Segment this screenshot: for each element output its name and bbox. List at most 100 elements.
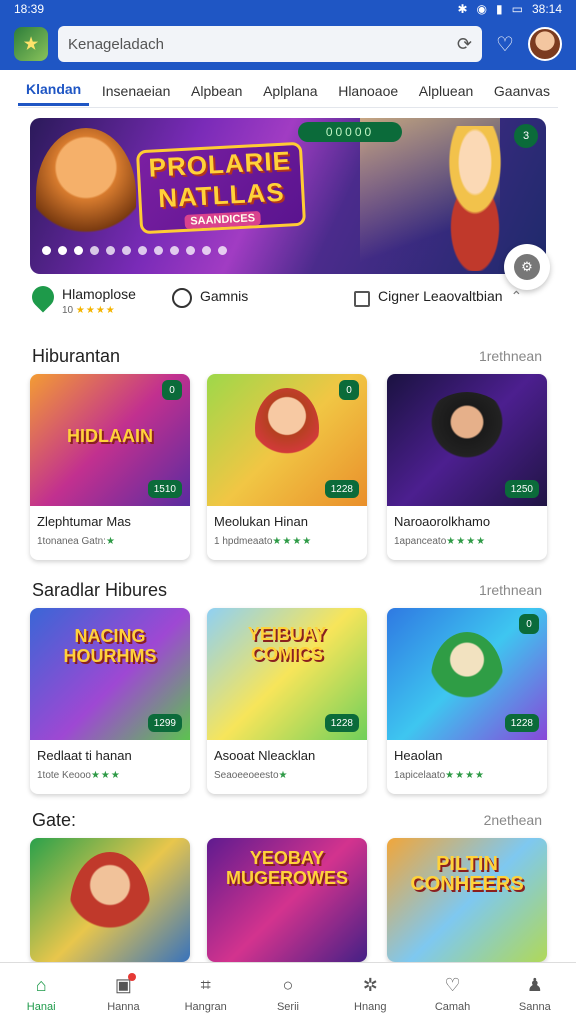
section-title-2: Saradlar Hibures [32, 580, 168, 600]
more-icon: ⌃ [510, 288, 523, 304]
meta-item-genre[interactable]: Gamnis [172, 288, 248, 308]
carousel-dot[interactable] [202, 246, 211, 255]
thumb-label: PILTIN CONHEERS [410, 853, 524, 895]
hero-counter: 00000 [298, 122, 402, 142]
carousel-dots [42, 246, 227, 255]
game-card[interactable]: NACING HOURHMS 1299 Redlaat ti hanan 1to… [30, 608, 190, 794]
refresh-icon[interactable]: ⟳ [457, 34, 472, 55]
nav-store[interactable]: ⌗ Hangran [171, 975, 241, 1013]
globe-icon [172, 288, 192, 308]
tab-3[interactable]: Aplplana [255, 77, 326, 105]
nav-label: Sanna [518, 1000, 551, 1013]
search-icon: ○ [282, 975, 294, 995]
carousel-dot[interactable] [42, 246, 51, 255]
search-bar[interactable]: ⟳ [58, 26, 482, 62]
card-sub: 1apanceato [394, 536, 447, 547]
nav-label: Serii [276, 1000, 299, 1013]
thumb-label: YEIBUAY COMICS [247, 624, 327, 664]
corner-badge: 0 [519, 614, 539, 634]
wifi-icon: ◉ [476, 2, 488, 16]
thumb-label: HIDLAAIN [67, 426, 153, 446]
avatar[interactable] [528, 27, 562, 61]
price-tag: 1510 [147, 480, 182, 498]
profile-icon: ♟ [526, 975, 543, 995]
game-card[interactable]: HIDLAAIN 0 1510 Zlephtumar Mas 1tonanea … [30, 374, 190, 560]
tab-1[interactable]: Insenaeian [94, 77, 179, 105]
tab-0[interactable]: Klandan [18, 75, 90, 106]
game-thumbnail: YEOBAY MUGEROWES [207, 838, 367, 962]
game-card[interactable]: PILTIN CONHEERS [387, 838, 547, 962]
status-right-time: 38:14 [531, 2, 562, 16]
tab-2[interactable]: Alpbean [183, 77, 250, 105]
carousel-dot[interactable] [154, 246, 163, 255]
section-title-3: Gate: [32, 810, 77, 830]
carousel-dot[interactable] [58, 246, 67, 255]
bag-icon: ▣ [112, 972, 137, 997]
thumb-character [431, 632, 503, 724]
game-card[interactable]: 0 1228 Heaolan 1apicelaato★★★★ [387, 608, 547, 794]
card-name: Heaolan [394, 748, 443, 763]
section-more-2[interactable]: 1rethnean [479, 582, 542, 598]
logo-icon[interactable]: ★ [14, 27, 48, 61]
tab-4[interactable]: Hlanoaoe [330, 77, 406, 105]
meta-item1-title: Hlamoplose [62, 286, 136, 302]
carousel-dot[interactable] [74, 246, 83, 255]
status-bar: 18:39 ✱ ◉ ▮ ▭ 38:14 [0, 0, 576, 18]
carousel-dot[interactable] [138, 246, 147, 255]
meta-item-details[interactable]: Cigner Leaovaltbian ⌃ [354, 288, 522, 307]
card-sub: 1tonanea Gatn: [37, 536, 106, 547]
meta-item1-sub: 10 [62, 305, 74, 316]
price-tag: 1250 [504, 480, 539, 498]
meta-item-publisher[interactable]: Hlamoplose 10 ★★★★ [27, 281, 136, 316]
notification-dot [128, 972, 137, 981]
carousel-dot[interactable] [122, 246, 131, 255]
card-sub: 1tote Keooo [37, 770, 91, 781]
heart-icon[interactable]: ♡ [492, 31, 518, 57]
location-pin-icon [27, 281, 59, 313]
nav-search[interactable]: ○ Serii [253, 975, 323, 1013]
search-input[interactable] [68, 35, 457, 53]
game-card[interactable]: YEOBAY MUGEROWES [207, 838, 367, 962]
game-thumbnail [30, 838, 190, 962]
thumb-label: NACING HOURHMS [63, 626, 157, 666]
section-more-3[interactable]: 2nethean [484, 812, 542, 828]
game-card[interactable]: YEIBUAY COMICS 1228 Asooat Nleacklan Sea… [207, 608, 367, 794]
section-title-1: Hiburantan [32, 346, 121, 366]
meta-item3-title: Cigner Leaovaltbian [378, 288, 503, 304]
tab-5[interactable]: Alpluean [411, 77, 482, 105]
nav-bag[interactable]: ▣ Hanna [88, 972, 158, 1013]
game-thumbnail: 0 1228 [387, 608, 547, 740]
nav-game[interactable]: ✲ Hnang [335, 975, 405, 1013]
nav-home[interactable]: ⌂ Hanai [6, 975, 76, 1013]
game-thumbnail: 1250 [387, 374, 547, 506]
nav-favorites[interactable]: ♡ Camah [418, 975, 488, 1013]
featured-meta: Hlamoplose 10 ★★★★ Gamnis Cigner Leaoval… [27, 281, 546, 324]
game-card[interactable]: 1250 Naroaorolkhamo 1apanceato★★★★ [387, 374, 547, 560]
carousel-dot[interactable] [186, 246, 195, 255]
carousel-dot[interactable] [90, 246, 99, 255]
bottom-navigation: ⌂ Hanai ▣ Hanna ⌗ Hangran ○ Serii ✲ Hnan… [0, 962, 576, 1024]
price-tag: 1299 [147, 714, 182, 732]
game-thumbnail: NACING HOURHMS 1299 [30, 608, 190, 740]
nav-label: Hnang [354, 1000, 387, 1013]
card-name: Asooat Nleacklan [214, 748, 316, 763]
nav-profile[interactable]: ♟ Sanna [500, 975, 570, 1013]
category-tabs: Klandan Insenaeian Alpbean Aplplana Hlan… [18, 74, 558, 108]
game-card[interactable]: 0 1228 Meolukan Hinan 1 hpdmeaato★★★★ [207, 374, 367, 560]
battery-icon: ▭ [511, 2, 523, 16]
nav-label: Hanna [107, 1000, 140, 1013]
section-more-1[interactable]: 1rethnean [479, 348, 542, 364]
home-icon: ⌂ [35, 975, 47, 995]
card-name: Meolukan Hinan [214, 514, 308, 529]
checkbox-icon [354, 291, 370, 307]
carousel-dot[interactable] [106, 246, 115, 255]
carousel-dot[interactable] [218, 246, 227, 255]
thumb-character [417, 392, 517, 492]
hero-title-badge: PROLARIE NATLLAS SAANDICES [135, 141, 307, 235]
game-thumbnail: YEIBUAY COMICS 1228 [207, 608, 367, 740]
carousel-dot[interactable] [170, 246, 179, 255]
tab-6[interactable]: Gaanvas [486, 77, 558, 105]
game-card[interactable] [30, 838, 190, 962]
hero-banner[interactable]: PROLARIE NATLLAS SAANDICES 00000 3 [30, 118, 546, 274]
card-name: Zlephtumar Mas [37, 514, 131, 529]
